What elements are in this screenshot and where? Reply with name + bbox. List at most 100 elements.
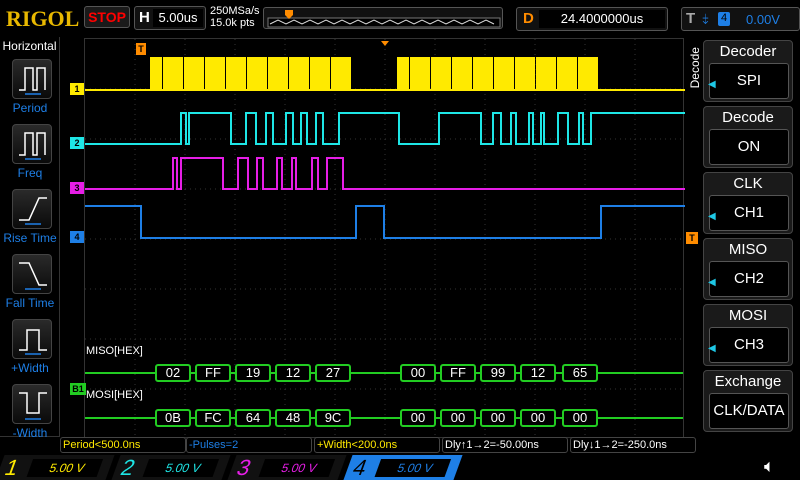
delay-box[interactable]: D 24.4000000us [516, 7, 668, 31]
decoder-softkey[interactable]: Decoder SPI ◀ [703, 40, 793, 102]
menu-title: Horizontal [2, 39, 57, 53]
t-label: T [686, 10, 696, 27]
miso-byte: FF [440, 364, 476, 382]
decode-value: ON [709, 129, 789, 165]
decode-tab: Decode [688, 47, 702, 89]
mosi-byte: 00 [440, 409, 476, 427]
measure-fall-time-button[interactable] [12, 254, 52, 294]
trigger-level-marker[interactable]: T [686, 232, 698, 244]
measure--width-button[interactable] [12, 319, 52, 359]
mosi-byte: 0B [155, 409, 191, 427]
d-label: D [523, 10, 534, 27]
ch3-marker[interactable]: 3 [70, 182, 84, 194]
speaker-muted-icon[interactable]: 🔈︎ [764, 456, 775, 477]
falling-edge-icon: ⤈ [702, 10, 709, 26]
run-stop-status[interactable]: STOP [84, 6, 130, 28]
miso-label: MISO[HEX] [86, 345, 143, 357]
miso-title: MISO [728, 241, 768, 258]
mosi-byte: 00 [520, 409, 556, 427]
channel-1-button[interactable]: 1 5.00 V [0, 455, 115, 480]
measure-label: Rise Time [3, 231, 57, 245]
trigger-source: 4 [718, 12, 730, 26]
measurement-4[interactable]: Dly↓1→2=-250.0ns [570, 437, 696, 453]
exchange-softkey[interactable]: Exchange CLK/DATA [703, 370, 793, 432]
miso-softkey[interactable]: MISO CH2 ◀ [703, 238, 793, 300]
measure-label: Fall Time [5, 296, 55, 310]
ch4-marker[interactable]: 4 [70, 231, 84, 243]
measurement-1[interactable]: -Pulses=2 [186, 437, 312, 453]
measure-label: +Width [11, 361, 49, 375]
decode-title: Decode [722, 109, 774, 126]
mosi-softkey[interactable]: MOSI CH3 ◀ [703, 304, 793, 366]
left-arrow-icon: ◀ [708, 211, 716, 222]
ch2-marker[interactable]: 2 [70, 137, 84, 149]
delay-value: 24.4000000us [539, 10, 665, 28]
miso-byte: 12 [520, 364, 556, 382]
decoder-title: Decoder [719, 43, 777, 60]
left-arrow-icon: ◀ [708, 343, 716, 354]
sample-rate: 250MSa/s [210, 5, 260, 17]
measurement-0[interactable]: Period<500.0ns [60, 437, 186, 453]
miso-byte: 27 [315, 364, 351, 382]
mosi-byte: 00 [562, 409, 598, 427]
miso-byte: 00 [400, 364, 436, 382]
measure-label: -Width [12, 426, 48, 440]
trigger-box[interactable]: T ⤈ 4 0.00V [681, 7, 800, 31]
channel-3-button[interactable]: 3 5.00 V [227, 455, 347, 480]
ch4-cs-trace [85, 205, 685, 239]
mosi-byte: 9C [315, 409, 351, 427]
measure-period-button[interactable] [12, 59, 52, 99]
measure-label: Period [12, 101, 48, 115]
miso-byte: 99 [480, 364, 516, 382]
center-marker-icon [381, 41, 389, 46]
left-arrow-icon: ◀ [708, 277, 716, 288]
channel-scale: 5.00 V [258, 459, 336, 477]
memory-overview [263, 7, 503, 29]
measure-rise-time-button[interactable] [12, 189, 52, 229]
channel-scale: 5.00 V [374, 459, 452, 477]
exchange-title: Exchange [714, 373, 782, 390]
channel-4-button[interactable]: 4 5.00 V [343, 455, 463, 480]
rigol-logo: RIGOL [6, 6, 80, 31]
trigger-position-marker[interactable]: T [136, 43, 146, 55]
h-label: H [139, 9, 150, 26]
timebase-value: 5.00us [153, 9, 203, 27]
horizontal-measure-menu: Horizontal Period Freq Rise Time Fall Time +… [0, 37, 60, 440]
channel-scale: 5.00 V [142, 459, 220, 477]
miso-value: CH2 [709, 261, 789, 297]
timebase-box[interactable]: H 5.00us [134, 6, 206, 30]
miso-byte: 19 [235, 364, 271, 382]
measure--width-button[interactable] [12, 384, 52, 424]
mosi-byte: 64 [235, 409, 271, 427]
decode-softkey[interactable]: Decode ON [703, 106, 793, 168]
clk-softkey[interactable]: CLK CH1 ◀ [703, 172, 793, 234]
acquisition-info: 250MSa/s 15.0k pts [210, 5, 260, 29]
miso-byte: 02 [155, 364, 191, 382]
memory-depth: 15.0k pts [210, 17, 255, 29]
channel-number: 4 [349, 455, 371, 480]
mosi-title: MOSI [728, 307, 768, 324]
trigger-level: 0.00V [746, 12, 780, 27]
channel-2-button[interactable]: 2 5.00 V [111, 455, 231, 480]
clk-title: CLK [733, 175, 763, 192]
mosi-byte: 00 [480, 409, 516, 427]
ch1-marker[interactable]: 1 [70, 83, 84, 95]
mosi-value: CH3 [709, 327, 789, 363]
measure-freq-button[interactable] [12, 124, 52, 164]
miso-byte: 12 [275, 364, 311, 382]
mosi-label: MOSI[HEX] [86, 389, 143, 401]
bus-marker[interactable]: B1 [70, 383, 86, 395]
memory-waveform [267, 10, 501, 28]
exchange-value: CLK/DATA [709, 393, 789, 429]
channel-number: 1 [1, 455, 23, 480]
channel-number: 2 [117, 455, 139, 480]
measure-label: Freq [17, 166, 43, 180]
measurement-3[interactable]: Dly↑1→2=-50.00ns [442, 437, 568, 453]
mosi-byte: FC [195, 409, 231, 427]
decode-menu: Decode Decoder SPI ◀ Decode ON CLK CH1 ◀ MISO CH2… [688, 37, 800, 437]
measurement-2[interactable]: +Width<200.0ns [314, 437, 440, 453]
clk-value: CH1 [709, 195, 789, 231]
miso-byte: 65 [562, 364, 598, 382]
miso-byte: FF [195, 364, 231, 382]
channel-scale: 5.00 V [26, 459, 104, 477]
